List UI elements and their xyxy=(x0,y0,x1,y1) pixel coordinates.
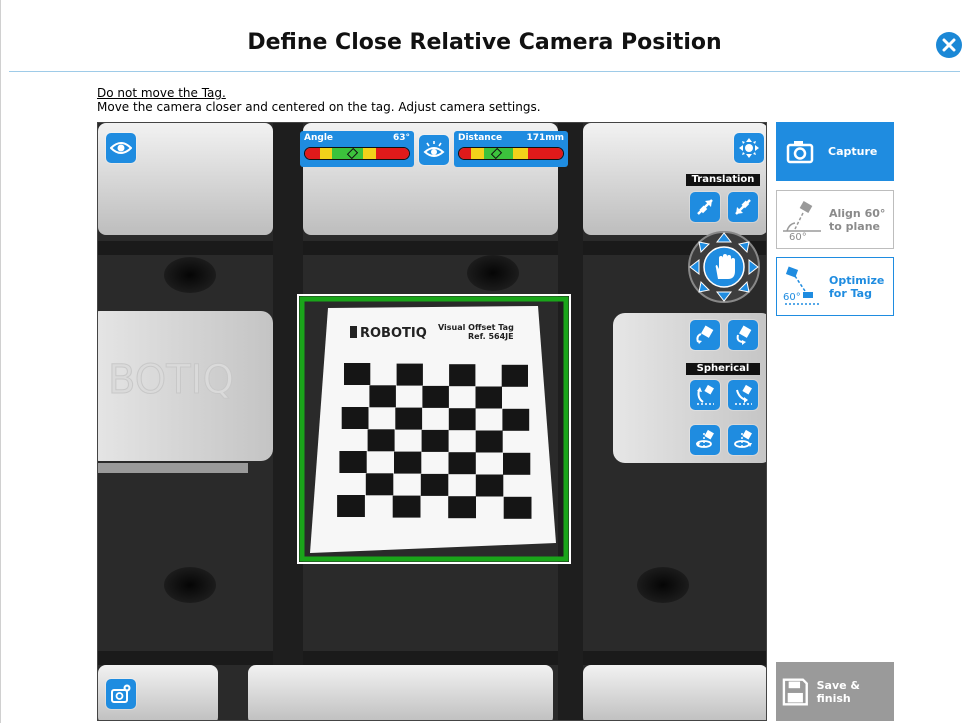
rotate-right-button[interactable] xyxy=(728,320,758,350)
translation-label: Translation xyxy=(686,174,760,186)
checker-square xyxy=(339,451,367,473)
block-embossed-text: BOTIQ xyxy=(108,357,234,403)
optimize-for-tag-button[interactable]: 60° Optimize for Tag xyxy=(776,257,894,316)
hand-icon xyxy=(715,254,735,279)
close-icon xyxy=(942,38,956,52)
distance-gauge: Distance 171mm xyxy=(454,131,568,167)
checker-square xyxy=(369,385,396,408)
translate-z-in-button[interactable] xyxy=(690,192,720,222)
distance-value: 171mm xyxy=(526,133,564,143)
instruction-warning: Do not move the Tag. xyxy=(97,86,226,100)
checker-square xyxy=(449,364,476,387)
save-and-finish-button[interactable]: Save & finish xyxy=(776,662,894,721)
checker-square xyxy=(421,429,449,452)
align-angle-text: 60° xyxy=(789,232,807,241)
translation-joystick[interactable] xyxy=(688,231,760,303)
optimize-label: Optimize for Tag xyxy=(829,273,885,300)
checker-square xyxy=(503,496,532,519)
tag-brand: ROBOTIQ xyxy=(360,326,427,341)
checker-square xyxy=(422,385,449,408)
checker-square xyxy=(475,430,503,453)
instruction-text: Move the camera closer and centered on t… xyxy=(97,100,541,114)
camera-feed-image: BOTIQ ROBOTIQ Visual Offset Tag Ref. 564… xyxy=(98,123,766,720)
close-button[interactable] xyxy=(936,32,962,58)
checker-square xyxy=(367,429,395,452)
checker-square xyxy=(501,364,528,387)
checker-square xyxy=(392,495,421,518)
spherical-down-button[interactable] xyxy=(728,380,758,410)
spherical-tilt-icon xyxy=(735,384,752,405)
rotate-wrist-icon xyxy=(696,325,714,344)
rotate-left-button[interactable] xyxy=(690,320,720,350)
capture-label: Capture xyxy=(828,145,878,158)
checker-square xyxy=(503,452,531,475)
checker-square xyxy=(341,407,369,429)
checker-square xyxy=(475,474,504,497)
checker-square xyxy=(396,363,423,386)
checker-square xyxy=(395,407,423,430)
visibility-toggle-button[interactable] xyxy=(106,133,136,163)
camera-icon xyxy=(786,140,814,163)
tag-title: Visual Offset Tag xyxy=(438,323,514,332)
checker-square xyxy=(394,451,422,474)
checker-square xyxy=(475,386,502,409)
checker-square xyxy=(448,408,476,431)
save-floppy-icon xyxy=(782,677,808,706)
spherical-tilt-icon xyxy=(697,384,714,405)
translate-z-out-button[interactable] xyxy=(728,192,758,222)
move-arrows-icon xyxy=(739,138,759,158)
checker-square xyxy=(420,473,449,496)
eye-icon xyxy=(110,142,132,154)
spherical-up-button[interactable] xyxy=(690,380,720,410)
checker-square xyxy=(448,452,476,475)
app-window: Define Close Relative Camera Position Do… xyxy=(0,0,968,723)
checker-square xyxy=(502,408,530,431)
align-to-plane-button[interactable]: 60° Align 60° to plane xyxy=(776,190,894,249)
translate-diagonal-icon xyxy=(735,199,751,215)
camera-view[interactable]: BOTIQ ROBOTIQ Visual Offset Tag Ref. 564… xyxy=(97,122,767,721)
capture-button[interactable]: Capture xyxy=(776,122,894,181)
spherical-orbit-icon xyxy=(734,429,752,449)
angle-value: 63° xyxy=(392,133,410,143)
camera-settings-button[interactable] xyxy=(106,679,136,709)
checker-square xyxy=(448,496,476,519)
move-mode-button[interactable] xyxy=(734,133,764,163)
checker-square xyxy=(337,495,365,517)
spherical-right-button[interactable] xyxy=(728,425,758,455)
save-label: Save & finish xyxy=(816,678,861,705)
align-plane-icon: 60° xyxy=(783,200,821,241)
camera-gear-icon xyxy=(111,684,131,703)
spherical-left-button[interactable] xyxy=(690,425,720,455)
angle-gauge: Angle 63° xyxy=(300,131,414,167)
page-title: Define Close Relative Camera Position xyxy=(247,30,722,55)
header-divider xyxy=(9,71,960,72)
angle-label: Angle xyxy=(304,133,334,143)
optimize-tag-icon: 60° xyxy=(783,266,821,305)
distance-label: Distance xyxy=(458,133,503,143)
spherical-label: Spherical xyxy=(686,363,760,375)
optimize-angle-text: 60° xyxy=(783,292,801,303)
align-label: Align 60° to plane xyxy=(829,206,886,233)
checker-square xyxy=(365,473,394,496)
rotate-wrist-icon xyxy=(736,325,752,345)
auto-view-button[interactable] xyxy=(419,135,449,165)
checker-square xyxy=(344,363,371,385)
eye-rays-icon xyxy=(423,141,445,157)
tag-ref: Ref. 564JE xyxy=(468,332,514,341)
spherical-orbit-icon xyxy=(696,429,714,449)
translate-diagonal-icon xyxy=(697,199,713,215)
